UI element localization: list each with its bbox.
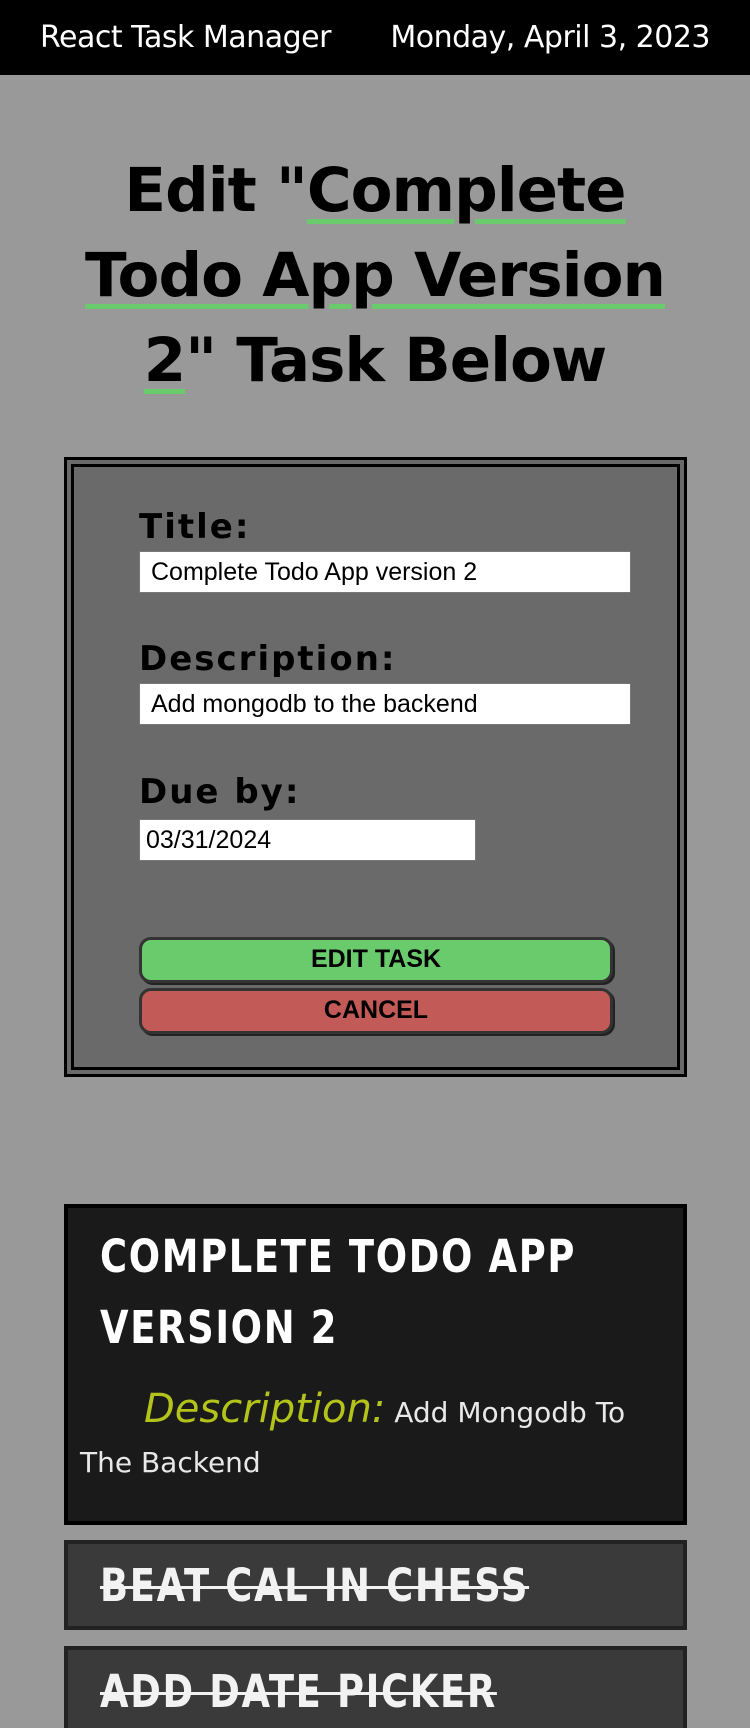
- description-input[interactable]: Add mongodb to the backend: [139, 683, 631, 725]
- task-title: Beat Cal In Chess: [100, 1559, 530, 1612]
- title-input[interactable]: Complete Todo App version 2: [139, 551, 631, 593]
- due-date-label: Due by:: [139, 772, 301, 812]
- cancel-button[interactable]: CANCEL: [139, 988, 613, 1034]
- top-bar: React Task Manager Monday, April 3, 2023: [0, 0, 750, 75]
- task-card-completed[interactable]: Add Date Picker: [64, 1646, 687, 1728]
- task-title-line-1: Complete Todo App: [100, 1230, 577, 1283]
- description-label: Description:: [139, 639, 397, 679]
- title-prefix: Edit ": [124, 155, 307, 226]
- task-title: Add Date Picker: [100, 1665, 497, 1718]
- task-description-label: Description:: [144, 1386, 386, 1432]
- task-card-completed[interactable]: Beat Cal In Chess: [64, 1540, 687, 1630]
- page-title: Edit "Complete Todo App Version 2" Task …: [40, 148, 710, 403]
- task-card-active[interactable]: Complete Todo App Version 2 Description:…: [64, 1204, 687, 1525]
- current-date: Monday, April 3, 2023: [390, 20, 710, 55]
- due-date-input[interactable]: 03/31/2024: [139, 819, 476, 861]
- task-description: Description: Add Mongodb To The Backend: [80, 1384, 660, 1488]
- edit-task-button[interactable]: EDIT TASK: [139, 937, 613, 983]
- title-label: Title:: [139, 507, 251, 547]
- edit-task-form: Title: Complete Todo App version 2 Descr…: [64, 457, 687, 1077]
- app-title[interactable]: React Task Manager: [40, 0, 331, 75]
- task-title-line-2: Version 2: [100, 1301, 339, 1354]
- edit-task-form-inner: Title: Complete Todo App version 2 Descr…: [71, 464, 680, 1070]
- title-suffix: " Task Below: [185, 325, 607, 396]
